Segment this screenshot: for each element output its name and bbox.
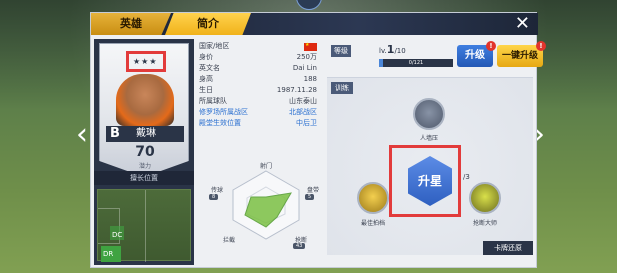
info-value: 山东泰山 — [289, 97, 317, 105]
info-table: 国家/地区 身价 250万 英文名 Dai Lin 身高 188 生日 1987… — [199, 40, 317, 129]
info-row-birthday: 生日 1987.11.28 — [199, 85, 317, 96]
prev-arrow-icon[interactable]: ‹ — [76, 120, 88, 150]
info-value: 250万 — [296, 53, 317, 61]
player-card: ★★★ B 戴琳 70 潜力 — [99, 43, 189, 177]
info-row-english-name: 英文名 Dai Lin — [199, 63, 317, 74]
info-value: 中后卫 — [296, 119, 317, 127]
level-number: lv.1/10 — [379, 43, 406, 56]
info-key: 生日 — [199, 86, 213, 94]
attribute-radar: 射门 传球 8 盘带 5 拦截 抢断 43 — [209, 157, 321, 249]
training-section: 训练 人墙压 最佳拍档 抢断大师 /3 升星 卡牌还原 — [327, 77, 533, 255]
radar-label-shoot: 射门 — [259, 163, 272, 170]
training-node-tackle[interactable] — [469, 182, 501, 214]
info-key: 身高 — [199, 75, 213, 83]
position-dr-label: DR — [103, 250, 114, 258]
card-namebar: B 戴琳 — [106, 126, 184, 142]
card-name: 戴琳 — [136, 128, 156, 139]
radar-value-pass: 8 — [209, 194, 219, 200]
info-value: Dai Lin — [292, 64, 317, 72]
info-key: 英文名 — [199, 64, 220, 72]
info-key: 修罗场所属战区 — [199, 108, 248, 116]
training-node-wall[interactable] — [413, 98, 445, 130]
upgrade-label: 升级 — [465, 50, 485, 61]
training-title: 训练 — [331, 82, 353, 94]
info-key: 身价 — [199, 53, 213, 61]
training-node-partner-label: 最佳拍档 — [360, 220, 385, 227]
info-row-value: 身价 250万 — [199, 52, 317, 63]
info-key: 殿堂生效位置 — [199, 119, 241, 127]
level-title: 等级 — [331, 45, 351, 57]
card-position: B — [110, 126, 120, 141]
info-row-country: 国家/地区 — [199, 40, 317, 52]
card-rating-label: 潜力 — [138, 163, 151, 170]
radar-label-dribble: 盘带 — [306, 187, 319, 194]
level-section: 等级 lv.1/10 0/121 升级 ! 一键升级 ! — [327, 41, 546, 75]
tab-hero[interactable]: 英雄 — [91, 13, 171, 35]
level-progress-bar: 0/121 — [379, 59, 453, 67]
level-progress-text: 0/121 — [408, 60, 424, 66]
level-max: /10 — [394, 47, 406, 55]
radar-label-intercept: 拦截 — [222, 237, 235, 244]
radar-label-pass: 传球 — [210, 187, 223, 194]
info-value: 1987.11.28 — [276, 86, 317, 94]
oneclick-badge: ! — [536, 41, 546, 51]
pitch-line — [145, 190, 146, 262]
upgrade-badge: ! — [486, 41, 496, 51]
oneclick-upgrade-button[interactable]: 一键升级 ! — [497, 41, 546, 67]
position-dc-label: DC — [112, 231, 123, 239]
player-panel: 英雄 简介 ✕ ★★★ B 戴琳 70 潜力 擅长位置 DC DR 国家/地区 — [90, 12, 546, 268]
info-value: 北部战区 — [289, 108, 317, 116]
panel-header: 英雄 简介 ✕ — [91, 13, 538, 35]
player-photo — [116, 74, 174, 126]
radar-value-dribble: 5 — [305, 194, 315, 200]
info-row-hall-position[interactable]: 殿堂生效位置 中后卫 — [199, 118, 317, 129]
training-node-tackle-count: /3 — [463, 173, 470, 181]
training-node-tackle-label: 抢断大师 — [472, 220, 497, 227]
upgrade-button[interactable]: 升级 ! — [457, 41, 496, 67]
tab-intro[interactable]: 简介 — [165, 13, 251, 35]
card-restore-button[interactable]: 卡牌还原 — [483, 241, 533, 255]
training-node-partner[interactable] — [357, 182, 389, 214]
info-row-zone[interactable]: 修罗场所属战区 北部战区 — [199, 107, 317, 118]
training-node-wall-label: 人墙压 — [419, 135, 438, 142]
info-row-team: 所属球队 山东泰山 — [199, 96, 317, 107]
position-pitch: DC DR — [97, 189, 191, 262]
position-title: 擅长位置 — [94, 171, 194, 185]
info-key: 所属球队 — [199, 97, 227, 105]
info-value: 188 — [303, 75, 317, 83]
info-row-height: 身高 188 — [199, 74, 317, 85]
level-prefix: lv. — [379, 47, 387, 55]
oneclick-label: 一键升级 — [501, 51, 538, 61]
card-stars: ★★★ — [133, 57, 158, 66]
radar-value-tackle: 43 — [293, 243, 306, 249]
china-flag-icon — [304, 40, 317, 51]
info-key: 国家/地区 — [199, 42, 230, 50]
card-rating: 70 — [135, 144, 155, 160]
close-icon[interactable]: ✕ — [515, 14, 530, 34]
